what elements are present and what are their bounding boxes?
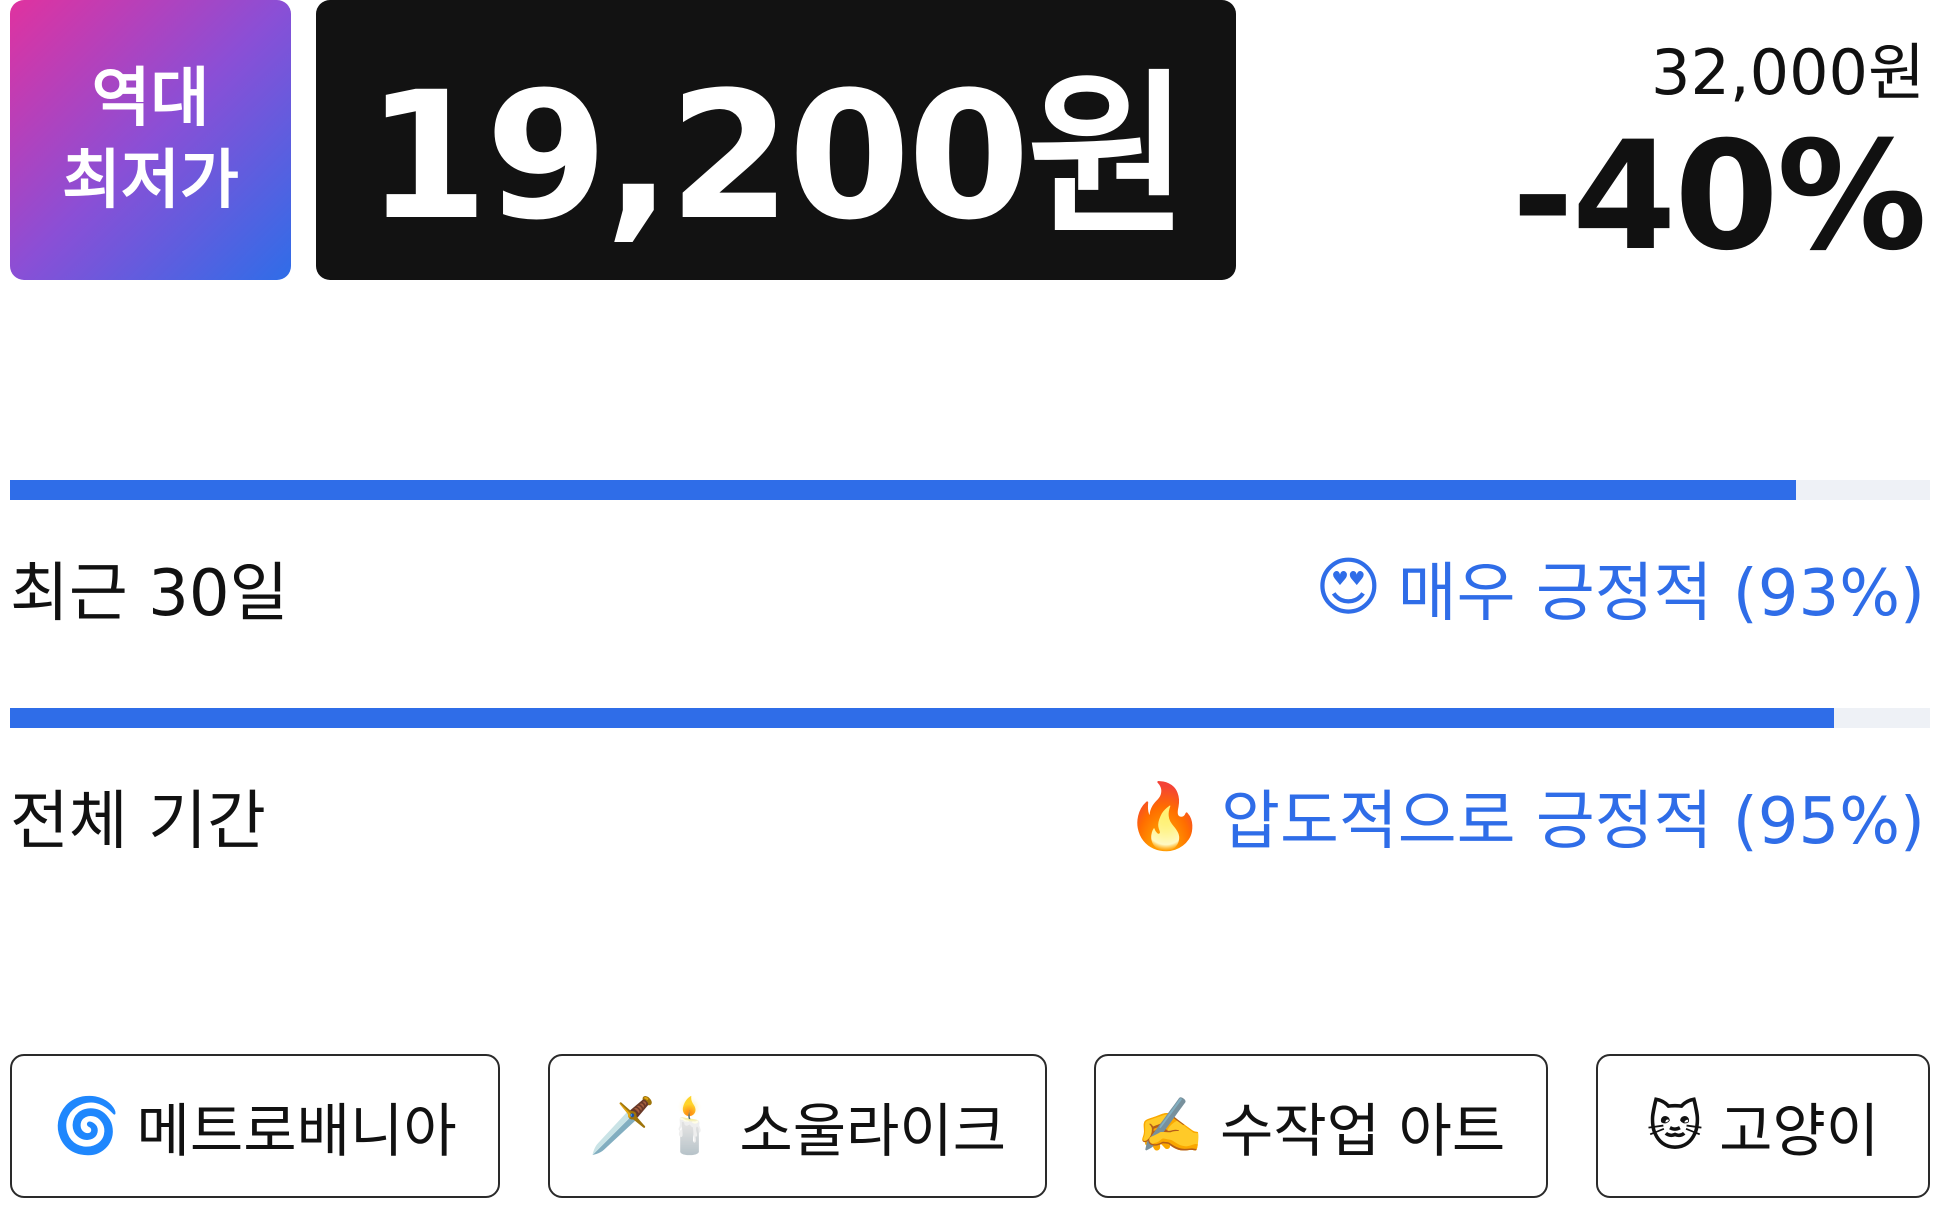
recent-review-text: 매우 긍정적 (93%) [1397,557,1925,631]
badge-line-1: 역대 [91,62,210,136]
all-time-review-label: 전체 기간 [10,785,266,859]
recent-review-bar-fill [10,480,1796,500]
tag-label: 메트로배니아 [136,1097,457,1165]
recent-review-summary[interactable]: 😍 매우 긍정적 (93%) [1315,542,1925,634]
cat-face-icon: 🐱 [1646,1094,1704,1158]
all-time-review-bar-fill [10,708,1834,728]
tag-label: 소울라이크 [739,1097,1007,1165]
recent-review-label: 최근 30일 [10,557,289,631]
recent-review-bar [10,480,1930,500]
tag-soulslike[interactable]: 🗡️🕯️ 소울라이크 [548,1054,1047,1198]
heart-eyes-icon: 😍 [1315,551,1382,625]
badge-line-2: 최저가 [62,144,239,218]
all-time-review-text: 압도적으로 긍정적 (95%) [1221,785,1925,859]
fire-icon: 🔥 [1125,779,1206,854]
writing-hand-icon: ✍️ [1136,1094,1204,1157]
tag-hand-drawn[interactable]: ✍️ 수작업 아트 [1094,1054,1548,1198]
tag-label: 수작업 아트 [1220,1097,1506,1165]
all-time-review-bar [10,708,1930,728]
tag-label: 고양이 [1719,1097,1880,1165]
tag-cat[interactable]: 🐱 고양이 [1596,1054,1930,1198]
dagger-candle-icon: 🗡️🕯️ [588,1094,724,1157]
original-price: 32,000원 [1651,36,1925,109]
cyclone-icon: 🌀 [53,1094,121,1157]
sale-price: 19,200원 [365,53,1189,259]
sale-price-box: 19,200원 [316,0,1236,280]
discount-percent: -40% [1511,110,1927,284]
tag-metroidvania[interactable]: 🌀 메트로배니아 [10,1054,500,1198]
lowest-price-badge: 역대 최저가 [10,0,291,280]
all-time-review-summary[interactable]: 🔥 압도적으로 긍정적 (95%) [1125,770,1925,862]
